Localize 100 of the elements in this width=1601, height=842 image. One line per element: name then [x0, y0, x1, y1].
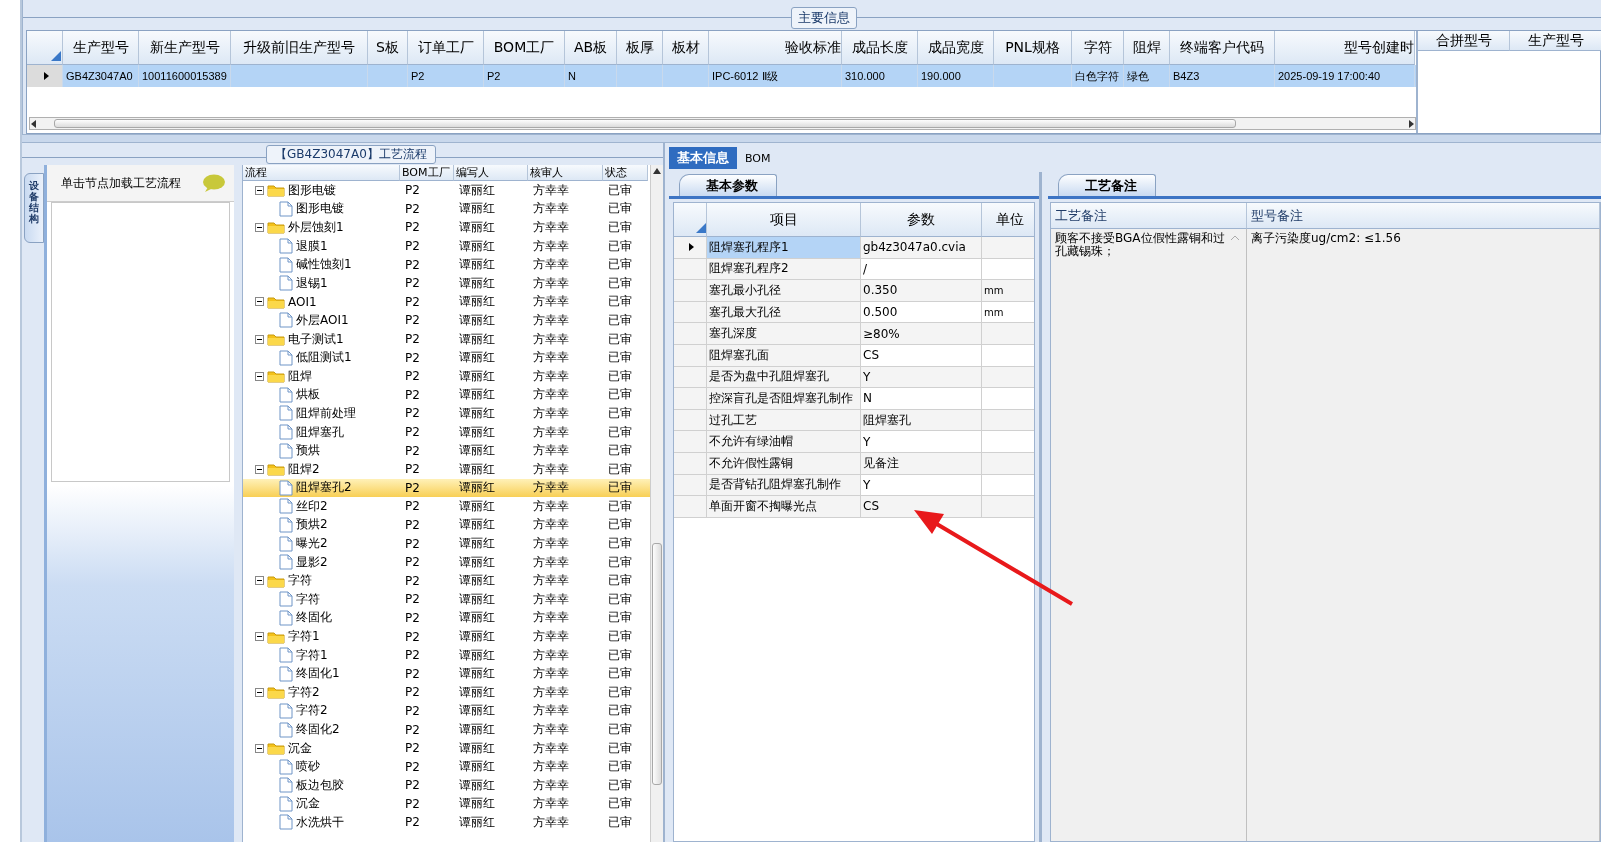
- collapse-icon[interactable]: [255, 371, 264, 381]
- column-header[interactable]: 成品长度: [842, 31, 918, 65]
- column-header[interactable]: 型号备注: [1247, 203, 1600, 229]
- table-cell-text: P2: [404, 499, 421, 514]
- tree-row[interactable]: 显影2 P2 谭丽红 方幸幸 已审: [243, 552, 650, 572]
- table-cell-text: P2: [404, 759, 421, 774]
- column-header[interactable]: S板: [368, 31, 408, 65]
- column-header[interactable]: 升级前旧生产型号: [231, 31, 368, 65]
- tree-row[interactable]: 预烘2 P2 谭丽红 方幸幸 已审: [243, 515, 650, 535]
- column-header[interactable]: PNL规格: [994, 31, 1072, 65]
- tree-row[interactable]: 终固化 P2 谭丽红 方幸幸 已审: [243, 608, 650, 628]
- tree-row[interactable]: 外层蚀刻1 P2 谭丽红 方幸幸 已审: [243, 218, 650, 237]
- table-cell-text: P2: [404, 573, 421, 588]
- column-header[interactable]: 板厚: [617, 31, 663, 65]
- collapse-icon[interactable]: [255, 632, 264, 642]
- tree-row[interactable]: 字符1 P2 谭丽红 方幸幸 已审: [243, 645, 650, 665]
- document-icon: [279, 609, 293, 626]
- node-label: 低阻测试1: [296, 349, 352, 367]
- column-header[interactable]: 流程: [243, 165, 400, 181]
- tree-row[interactable]: 电子测试1 P2 谭丽红 方幸幸 已审: [243, 329, 650, 349]
- group-title: 主要信息: [791, 7, 857, 29]
- tree-row[interactable]: 阻焊塞孔 P2 谭丽红 方幸幸 已审: [243, 422, 650, 442]
- tree-row[interactable]: 低阻测试1 P2 谭丽红 方幸幸 已审: [243, 348, 650, 367]
- tree-row[interactable]: 字符 P2 谭丽红 方幸幸 已审: [243, 590, 650, 609]
- tree-row[interactable]: 沉金 P2 谭丽红 方幸幸 已审: [243, 738, 650, 758]
- tree-row[interactable]: 喷砂 P2 谭丽红 方幸幸 已审: [243, 757, 650, 776]
- column-header[interactable]: 生产型号: [63, 31, 139, 65]
- column-header[interactable]: 合拼型号: [1418, 31, 1510, 51]
- column-header[interactable]: 板材: [663, 31, 709, 65]
- tree-row[interactable]: 图形电镀 P2 谭丽红 方幸幸 已审: [243, 199, 650, 219]
- scroll-up-icon: [653, 168, 661, 174]
- splitter-bar[interactable]: [22, 134, 1601, 143]
- tree-row[interactable]: 阻焊塞孔2 P2 谭丽红 方幸幸 已审: [243, 478, 650, 498]
- column-header[interactable]: BOM工厂: [484, 31, 565, 65]
- row-header[interactable]: [674, 237, 707, 259]
- tree-row[interactable]: 预烘 P2 谭丽红 方幸幸 已审: [243, 441, 650, 460]
- folder-icon: [267, 573, 285, 588]
- tree-row[interactable]: 外层AOI1 P2 谭丽红 方幸幸 已审: [243, 311, 650, 330]
- tree-row[interactable]: 沉金 P2 谭丽红 方幸幸 已审: [243, 794, 650, 814]
- collapse-icon[interactable]: [255, 576, 264, 586]
- column-header[interactable]: 验收标准: [709, 31, 842, 65]
- collapse-icon[interactable]: [255, 687, 264, 697]
- tree-row[interactable]: 字符2 P2 谭丽红 方幸幸 已审: [243, 683, 650, 702]
- sub-tab[interactable]: 工艺备注: [1058, 174, 1156, 196]
- corner-triangle-icon: [50, 51, 61, 61]
- tree-row[interactable]: 阻焊前处理 P2 谭丽红 方幸幸 已审: [243, 404, 650, 423]
- note-text: 顾客不接受BGA位假性露铜和过孔藏锡珠；: [1055, 232, 1225, 258]
- column-header[interactable]: 单位: [982, 203, 1034, 237]
- node-list[interactable]: [51, 202, 230, 482]
- column-header[interactable]: BOM工厂: [400, 165, 454, 181]
- collapse-icon[interactable]: [255, 743, 264, 753]
- tree-row[interactable]: 碱性蚀刻1 P2 谭丽红 方幸幸 已审: [243, 255, 650, 274]
- table-cell-text: 方幸幸: [532, 349, 570, 367]
- collapse-icon[interactable]: [255, 334, 264, 344]
- column-header[interactable]: 阻焊: [1124, 31, 1170, 65]
- collapse-icon[interactable]: [255, 297, 264, 307]
- tree-row[interactable]: 终固化1 P2 谭丽红 方幸幸 已审: [243, 664, 650, 684]
- tree-row[interactable]: AOI1 P2 谭丽红 方幸幸 已审: [243, 292, 650, 312]
- tree-row[interactable]: 字符1 P2 谭丽红 方幸幸 已审: [243, 627, 650, 646]
- column-header[interactable]: 状态: [603, 165, 648, 181]
- column-header[interactable]: 核审人: [528, 165, 603, 181]
- sub-tab[interactable]: 基本参数: [679, 174, 777, 196]
- tree-row[interactable]: 退膜1 P2 谭丽红 方幸幸 已审: [243, 236, 650, 256]
- table-cell: GB4Z3047A0: [63, 65, 139, 87]
- collapse-icon[interactable]: [255, 223, 264, 232]
- column-header[interactable]: AB板: [565, 31, 617, 65]
- tree-row[interactable]: 退锡1 P2 谭丽红 方幸幸 已审: [243, 273, 650, 293]
- tree-row[interactable]: 板边包胶 P2 谭丽红 方幸幸 已审: [243, 776, 650, 795]
- tree-row[interactable]: 终固化2 P2 谭丽红 方幸幸 已审: [243, 720, 650, 739]
- column-header[interactable]: 工艺备注: [1051, 203, 1247, 229]
- table-cell-text: P2: [404, 294, 421, 309]
- tree-row[interactable]: 字符 P2 谭丽红 方幸幸 已审: [243, 571, 650, 591]
- table-row[interactable]: GB4Z3047A0 10011600015389 P2 P2 N IPC-6012 Ⅱ级 310.000 190.000 白色字符 绿色 B4Z3 2025-09-19 17:00:40: [27, 65, 1416, 87]
- tree-row[interactable]: 水洗烘干 P2 谭丽红 方幸幸 已审: [243, 813, 650, 832]
- column-header[interactable]: 成品宽度: [918, 31, 994, 65]
- column-header[interactable]: 字符: [1072, 31, 1124, 65]
- tree-row[interactable]: 烘板 P2 谭丽红 方幸幸 已审: [243, 385, 650, 405]
- horizontal-scrollbar[interactable]: [29, 117, 1416, 130]
- folder-icon: [267, 369, 285, 384]
- vertical-scrollbar[interactable]: [650, 165, 663, 842]
- column-header[interactable]: 型号创建时: [1275, 31, 1415, 65]
- table-cell: 310.000: [842, 65, 918, 87]
- column-header[interactable]: 终端客户代码: [1170, 31, 1275, 65]
- tree-row[interactable]: 阻焊2 P2 谭丽红 方幸幸 已审: [243, 459, 650, 479]
- tree-row[interactable]: 字符2 P2 谭丽红 方幸幸 已审: [243, 701, 650, 721]
- collapse-icon[interactable]: [255, 185, 264, 195]
- tab[interactable]: BOM: [737, 147, 779, 169]
- column-header[interactable]: 项目: [707, 203, 861, 237]
- column-header[interactable]: 订单工厂: [408, 31, 484, 65]
- tree-row[interactable]: 丝印2 P2 谭丽红 方幸幸 已审: [243, 497, 650, 516]
- tree-row[interactable]: 图形电镀 P2 谭丽红 方幸幸 已审: [243, 181, 650, 200]
- tree-row[interactable]: 阻焊 P2 谭丽红 方幸幸 已审: [243, 366, 650, 386]
- column-header[interactable]: 编写人: [454, 165, 528, 181]
- tree-row[interactable]: 曝光2 P2 谭丽红 方幸幸 已审: [243, 534, 650, 553]
- column-header[interactable]: 参数: [861, 203, 982, 237]
- table-cell-text: 谭丽红: [458, 311, 496, 329]
- tab[interactable]: 基本信息: [669, 147, 737, 169]
- collapse-icon[interactable]: [255, 464, 264, 474]
- column-header[interactable]: 生产型号: [1510, 31, 1601, 51]
- column-header[interactable]: 新生产型号: [139, 31, 231, 65]
